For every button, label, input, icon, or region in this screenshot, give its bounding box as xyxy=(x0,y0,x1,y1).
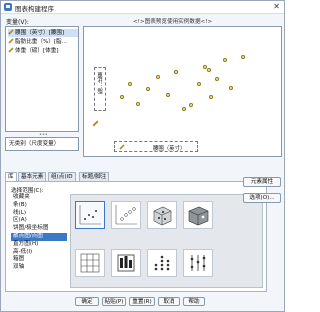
summary-point-icon xyxy=(188,206,209,226)
tab-basic-elements[interactable]: 基本元素 xyxy=(18,172,47,181)
scatter-point xyxy=(209,95,214,100)
reset-button[interactable]: 重置(R) xyxy=(129,297,155,306)
element-properties-button[interactable]: 元素属性 xyxy=(243,177,281,187)
scatter-icon xyxy=(79,205,101,225)
variable-item[interactable]: 体重（磅）[体重] xyxy=(8,47,78,55)
paste-button[interactable]: 粘贴(P) xyxy=(102,297,126,306)
gallery-label: 选择范围(C): xyxy=(11,188,44,194)
grouped-scatter-icon xyxy=(115,205,137,225)
3d-scatter-thumbnail[interactable] xyxy=(147,201,177,229)
dot-plot-icon xyxy=(117,254,135,272)
variable-label: 脂肪比重（%）[脂... xyxy=(15,39,67,45)
scatter-point xyxy=(127,82,132,87)
cancel-button[interactable]: 取消 xyxy=(158,297,180,306)
scatter-point xyxy=(229,85,234,90)
x-axis-label: 腰围（英寸） xyxy=(153,146,186,152)
chart-preview-canvas[interactable]: 脂…比重 腰围（英寸） xyxy=(83,26,282,157)
chart-thumbnail-gallery xyxy=(70,194,263,288)
scatter-point xyxy=(173,70,178,75)
scatter-matrix-thumbnail[interactable] xyxy=(75,249,105,277)
scatter-point xyxy=(241,54,246,59)
summary-point-thumbnail[interactable] xyxy=(183,201,213,229)
variable-label: 体重（磅）[体重] xyxy=(15,48,59,54)
window-title: 图表构建程序 xyxy=(15,5,54,13)
app-icon xyxy=(4,3,12,11)
help-button[interactable]: 帮助 xyxy=(183,297,205,306)
chart-type-item[interactable]: 条(B) xyxy=(11,202,67,210)
scatter-point xyxy=(215,76,220,81)
scatter-point xyxy=(181,106,186,111)
chart-type-item[interactable]: 收藏夹 xyxy=(11,194,67,202)
cube-icon xyxy=(153,206,172,226)
close-icon[interactable]: ✕ xyxy=(273,2,280,11)
scatter-point xyxy=(145,87,150,92)
tab-bar: 库 基本元素 组(点)ID 标题/脚注 xyxy=(5,172,185,182)
grouped-scatter-thumbnail[interactable] xyxy=(111,201,141,229)
scale-variable-icon xyxy=(119,144,125,150)
scatter-point xyxy=(155,75,160,80)
chart-type-item[interactable]: 双轴 xyxy=(11,264,67,272)
variables-list[interactable]: 腰围（英寸）[腰围] 脂肪比重（%）[脂... 体重（磅）[体重] xyxy=(5,26,79,132)
scatter-point xyxy=(165,92,170,97)
scale-variable-icon xyxy=(8,38,14,44)
matrix-icon xyxy=(80,253,100,273)
variable-label: 腰围（英寸）[腰围] xyxy=(15,30,65,36)
x-axis-drop-zone[interactable]: 腰围（英寸） xyxy=(114,141,198,152)
tab-groups-ids[interactable]: 组(点)ID xyxy=(48,172,76,181)
scatter-point xyxy=(119,95,124,100)
chart-type-item[interactable]: 散点图/点图 xyxy=(11,232,67,241)
drop-line-thumbnail[interactable] xyxy=(183,249,213,277)
simple-scatter-thumbnail[interactable] xyxy=(75,201,105,229)
scatter-point xyxy=(135,101,140,106)
scale-variable-icon xyxy=(8,29,14,35)
dot-column-icon xyxy=(154,255,170,271)
chart-builder-window: 图表构建程序 ✕ 变量(V): 腰围（英寸）[腰围] 脂肪比重（%）[脂... … xyxy=(0,0,285,312)
title-bar: 图表构建程序 ✕ xyxy=(1,1,284,14)
variable-item[interactable]: 腰围（英寸）[腰围] xyxy=(8,29,78,37)
button-bar: 确定 粘贴(P) 重置(R) 取消 帮助 xyxy=(1,293,284,311)
category-info-box: 无类别（尺度变量） xyxy=(5,137,79,151)
gallery-panel: 选择范围(C): 收藏夹 条(B) 线(L) 区(A) 饼图/极坐标图 散点图/… xyxy=(5,181,267,292)
variables-label: 变量(V): xyxy=(6,19,29,26)
variable-item[interactable]: 脂肪比重（%）[脂... xyxy=(8,38,78,46)
y-axis-label: 脂…比重 xyxy=(98,72,104,94)
scatter-point xyxy=(223,58,228,63)
chart-type-item[interactable]: 直方图(H) xyxy=(11,241,67,249)
y-axis-drop-zone[interactable]: 脂…比重 xyxy=(94,67,106,111)
scatter-point xyxy=(207,67,212,72)
chart-type-list[interactable]: 收藏夹 条(B) 线(L) 区(A) 饼图/极坐标图 散点图/点图 直方图(H)… xyxy=(11,194,67,288)
ok-button[interactable]: 确定 xyxy=(75,297,99,306)
drop-line-icon xyxy=(190,255,206,271)
scatter-point xyxy=(197,82,202,87)
tab-titles-footnotes[interactable]: 标题/脚注 xyxy=(79,172,110,181)
options-button[interactable]: 选项(O)... xyxy=(243,193,281,203)
simple-dot-2-thumbnail[interactable] xyxy=(147,249,177,277)
simple-dot-thumbnail[interactable] xyxy=(111,249,141,277)
chart-type-item[interactable]: 饼图/极坐标图 xyxy=(11,225,67,233)
scatter-point xyxy=(189,102,194,107)
scale-variable-icon xyxy=(92,120,99,127)
preview-hint: <!>图表预览使用实例数据<!> xyxy=(133,19,213,25)
chart-type-item[interactable]: 箱图 xyxy=(11,256,67,264)
scale-variable-icon xyxy=(8,47,14,53)
